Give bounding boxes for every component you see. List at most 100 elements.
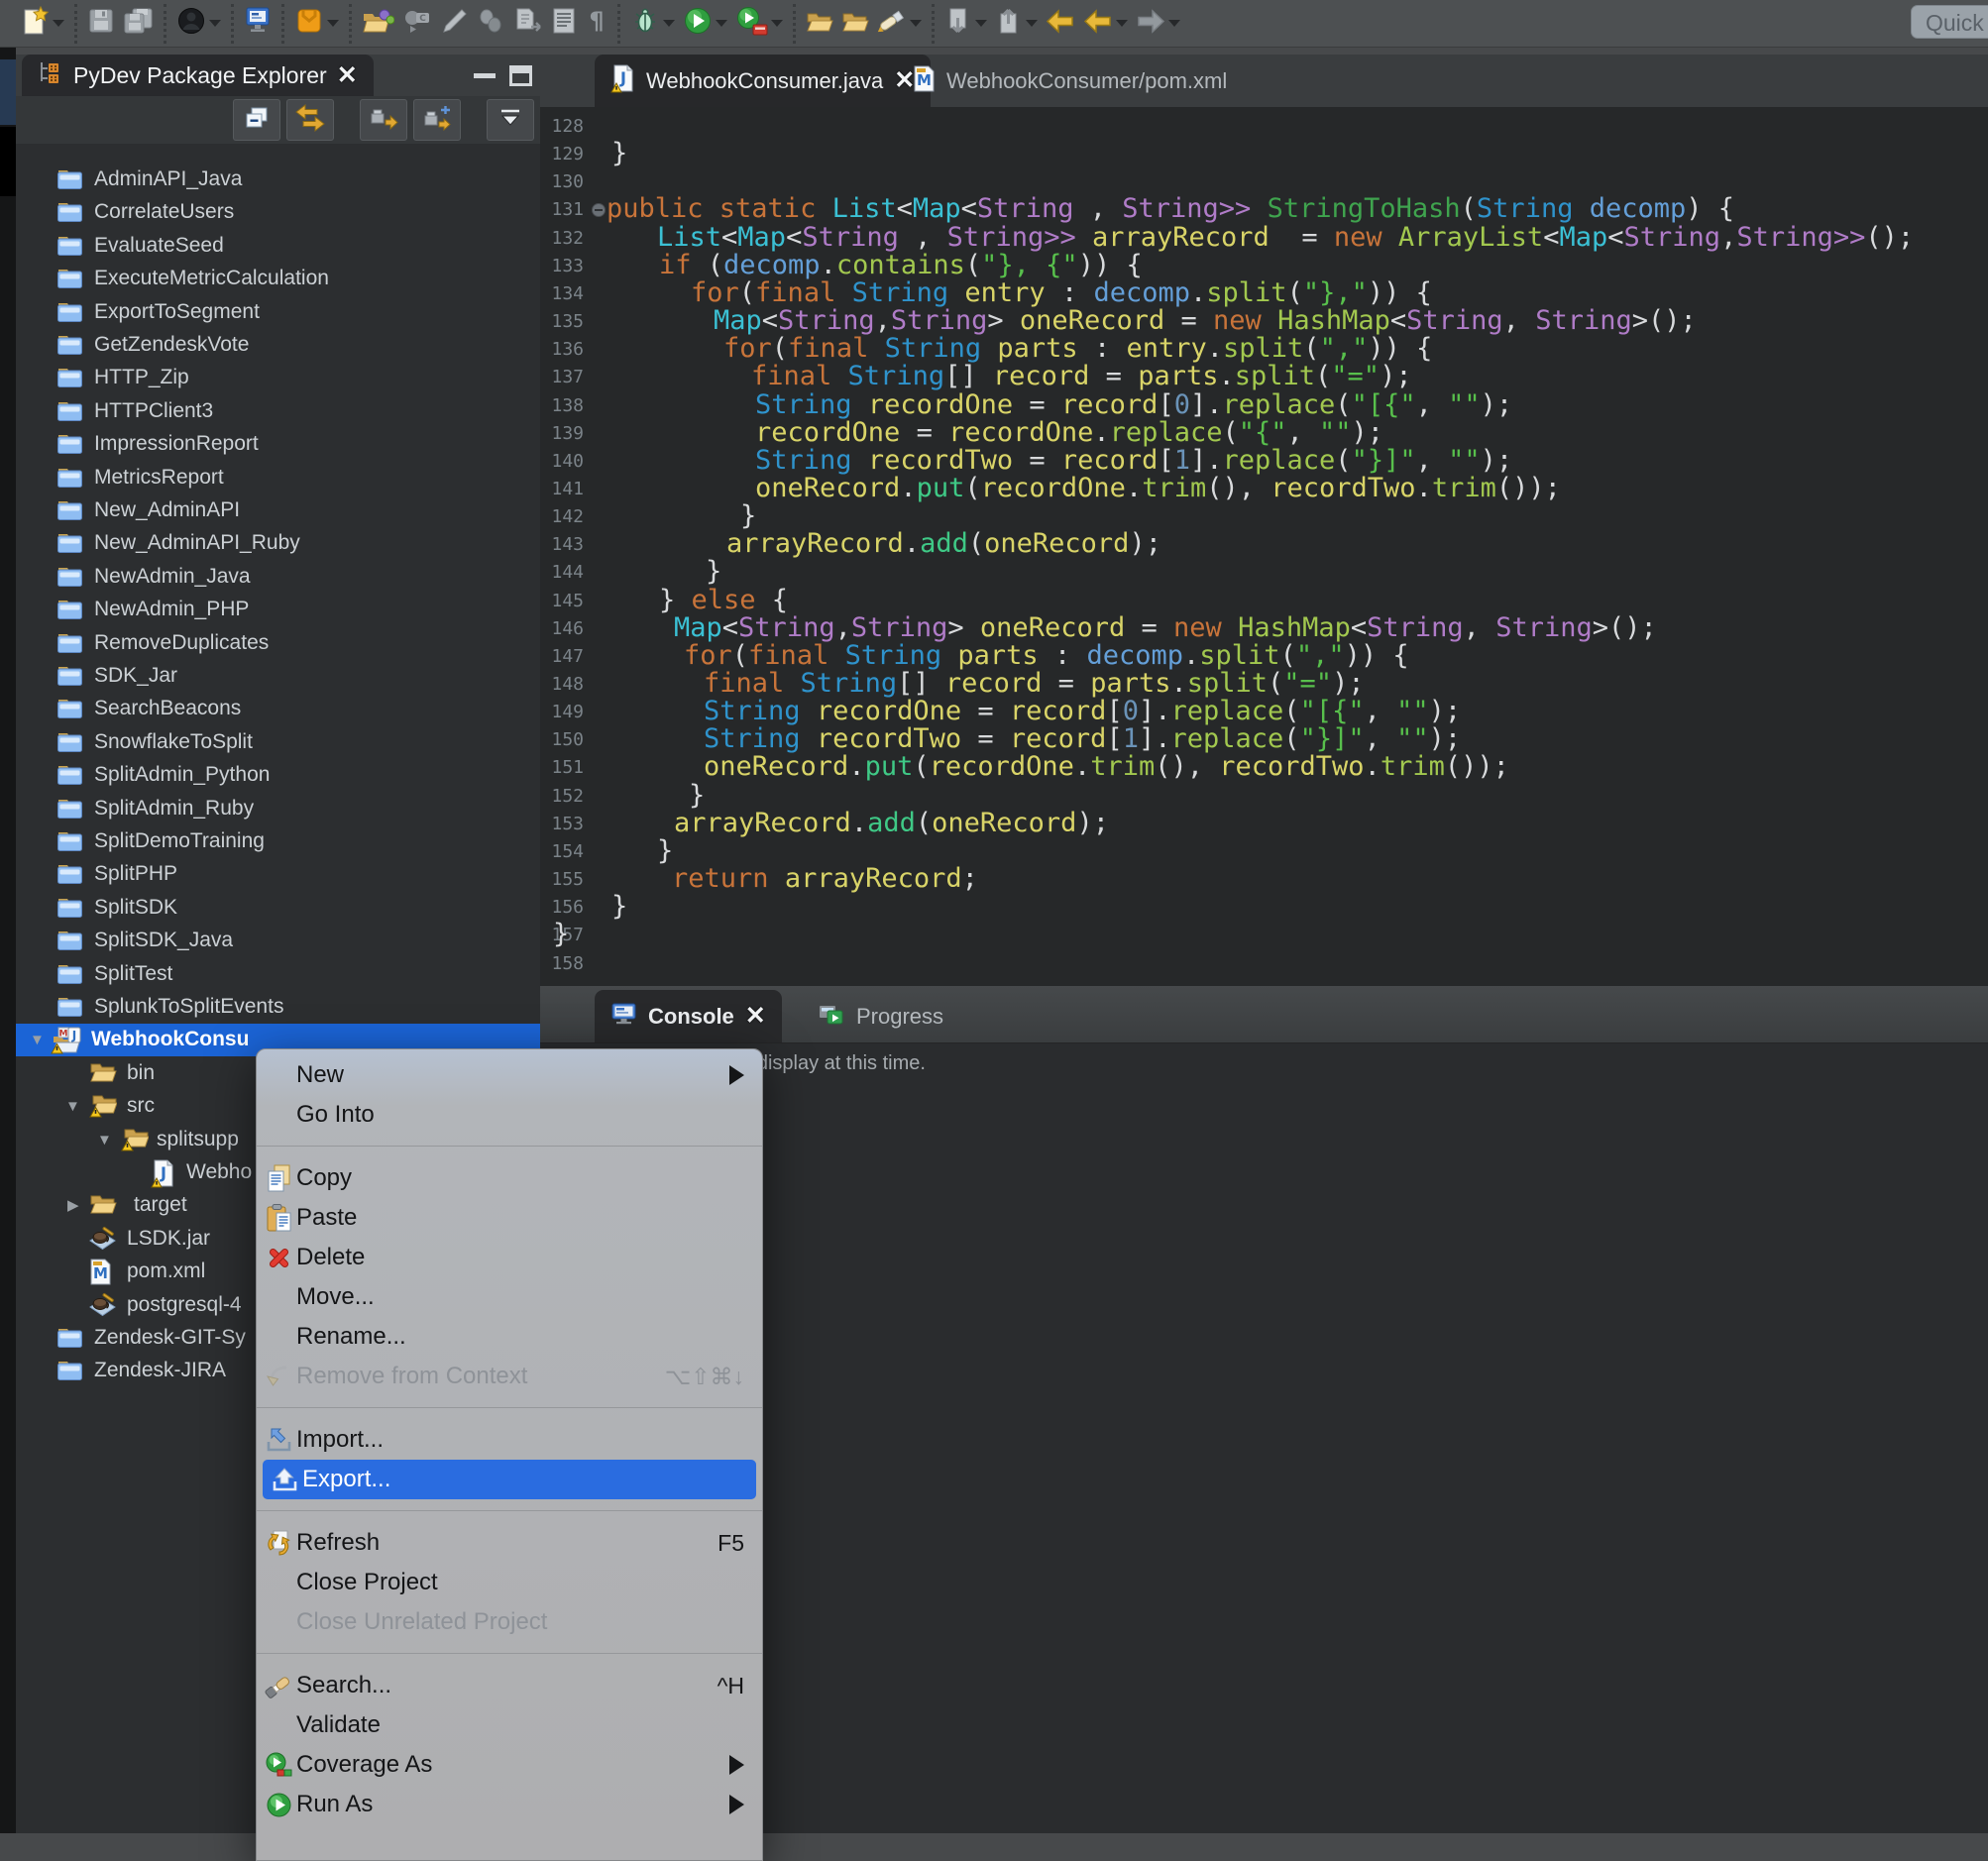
dropdown-caret-icon[interactable]: [1026, 20, 1038, 27]
menu-item-search-[interactable]: Search...^H: [257, 1666, 762, 1705]
compare-doc-button[interactable]: [512, 7, 543, 40]
tree-item-splittest[interactable]: SplitTest: [16, 958, 540, 991]
menu-item-validate[interactable]: Validate: [257, 1705, 762, 1745]
tree-item-httpclient3[interactable]: HTTPClient3: [16, 395, 540, 428]
tab-progress[interactable]: Progress: [803, 990, 959, 1042]
menu-item-run-as[interactable]: Run As: [257, 1785, 762, 1824]
dropdown-caret-icon[interactable]: [1168, 20, 1180, 27]
package-presentation-button[interactable]: [413, 99, 461, 141]
tree-item-newadmin-java[interactable]: NewAdmin_Java: [16, 561, 540, 594]
view-menu-button[interactable]: [487, 99, 534, 141]
team-sync-button[interactable]: C: [401, 7, 433, 40]
chevron-down-icon[interactable]: ▼: [30, 1032, 45, 1048]
collapse-all-button[interactable]: [233, 99, 280, 141]
user-account-button[interactable]: [175, 6, 222, 41]
package-explorer-toolbar: [16, 96, 540, 144]
menu-item-copy[interactable]: Copy: [257, 1158, 762, 1198]
menu-item-import-[interactable]: Import...: [257, 1420, 762, 1460]
focus-on-working-set-button[interactable]: [360, 99, 407, 141]
tree-item-searchbeacons[interactable]: SearchBeacons: [16, 693, 540, 725]
dropdown-caret-icon[interactable]: [716, 20, 727, 27]
fold-marker-icon[interactable]: [592, 203, 606, 217]
tree-item-new-adminapi-ruby[interactable]: New_AdminAPI_Ruby: [16, 527, 540, 560]
dropdown-caret-icon[interactable]: [910, 20, 922, 27]
tree-item-splitsdk-java[interactable]: SplitSDK_Java: [16, 925, 540, 957]
tab-pydev-package-explorer[interactable]: PyDev Package Explorer ✕: [22, 55, 374, 96]
debug-button[interactable]: [629, 7, 676, 41]
code-text: }: [611, 140, 627, 167]
menu-item-export-[interactable]: Export...: [263, 1460, 756, 1499]
dropdown-caret-icon[interactable]: [975, 20, 987, 27]
tab-console[interactable]: Console ✕: [595, 990, 782, 1042]
show-whitespace-button[interactable]: ¶: [585, 7, 608, 40]
tree-item-executemetriccalculation[interactable]: ExecuteMetricCalculation: [16, 263, 540, 295]
dropdown-caret-icon[interactable]: [209, 20, 221, 27]
tree-item-new-adminapi[interactable]: New_AdminAPI: [16, 494, 540, 527]
tree-item-splunktosplitevents[interactable]: SplunkToSplitEvents: [16, 991, 540, 1024]
menu-item-delete[interactable]: Delete: [257, 1238, 762, 1277]
link-with-editor-button[interactable]: [286, 99, 334, 141]
tree-item-splitdemotraining[interactable]: SplitDemoTraining: [16, 825, 540, 858]
open-folder-a-button[interactable]: [805, 10, 834, 38]
tree-item-splitadmin-ruby[interactable]: SplitAdmin_Ruby: [16, 793, 540, 825]
task-repository-button[interactable]: [293, 6, 340, 41]
code-editor[interactable]: 128129}130131public static List<Map<Stri…: [540, 107, 1988, 986]
tree-item-http-zip[interactable]: HTTP_Zip: [16, 362, 540, 394]
tree-item-getzendeskvote[interactable]: GetZendeskVote: [16, 329, 540, 362]
forward-history-button[interactable]: [1135, 8, 1181, 40]
chevron-down-icon[interactable]: ▼: [97, 1132, 112, 1149]
profile-tool-button[interactable]: [475, 7, 506, 40]
menu-item-close-project[interactable]: Close Project: [257, 1563, 762, 1602]
menu-item-paste[interactable]: Paste: [257, 1198, 762, 1238]
minimize-icon[interactable]: [474, 73, 496, 78]
tree-item-splitsdk[interactable]: SplitSDK: [16, 892, 540, 925]
tree-item-evaluateseed[interactable]: EvaluateSeed: [16, 230, 540, 263]
new-wizard-button[interactable]: [19, 6, 65, 42]
tree-item-metricsreport[interactable]: MetricsReport: [16, 462, 540, 494]
tab-pom-xml[interactable]: M WebhookConsumer/pom.xml: [897, 55, 1243, 107]
close-icon[interactable]: ✕: [337, 63, 358, 88]
mark-occurrences-button[interactable]: [876, 6, 923, 41]
list-doc-button[interactable]: [549, 7, 579, 40]
maximize-icon[interactable]: [509, 65, 532, 86]
menu-item-move-[interactable]: Move...: [257, 1277, 762, 1317]
tree-item-exporttosegment[interactable]: ExportToSegment: [16, 296, 540, 329]
dropdown-caret-icon[interactable]: [327, 20, 339, 27]
tree-item-sdk-jar[interactable]: SDK_Jar: [16, 660, 540, 693]
dropdown-caret-icon[interactable]: [663, 20, 675, 27]
dropdown-caret-icon[interactable]: [771, 20, 783, 27]
save-all-button[interactable]: [122, 7, 155, 41]
cut-tool-button[interactable]: [439, 7, 469, 40]
chevron-down-icon[interactable]: ▼: [65, 1098, 80, 1115]
tree-item-adminapi-java[interactable]: AdminAPI_Java: [16, 164, 540, 196]
quick-access-input[interactable]: Quick Ac: [1911, 5, 1988, 39]
close-icon[interactable]: ✕: [745, 1004, 766, 1029]
tree-item-splitadmin-python[interactable]: SplitAdmin_Python: [16, 759, 540, 792]
menu-item-rename-[interactable]: Rename...: [257, 1317, 762, 1357]
back-history-button[interactable]: [1082, 8, 1129, 40]
next-annotation-button[interactable]: [943, 7, 988, 40]
tree-item-correlateusers[interactable]: CorrelateUsers: [16, 196, 540, 229]
save-button[interactable]: [86, 7, 116, 40]
menu-item-refresh[interactable]: RefreshF5: [257, 1523, 762, 1563]
tab-webhookconsumer-java[interactable]: J WebhookConsumer.java ✕: [595, 55, 931, 107]
dropdown-caret-icon[interactable]: [1116, 20, 1128, 27]
tree-item-removeduplicates[interactable]: RemoveDuplicates: [16, 627, 540, 660]
open-folder-b-button[interactable]: [840, 10, 870, 38]
coverage-button[interactable]: [734, 6, 784, 41]
remote-systems-button[interactable]: [243, 6, 273, 41]
dropdown-caret-icon[interactable]: [53, 20, 64, 27]
menu-item-go-into[interactable]: Go Into: [257, 1095, 762, 1135]
tree-item-newadmin-php[interactable]: NewAdmin_PHP: [16, 594, 540, 626]
last-edit-location-button[interactable]: [1045, 8, 1076, 40]
open-task-folder-button[interactable]: [361, 7, 395, 41]
tree-item-impressionreport[interactable]: ImpressionReport: [16, 428, 540, 461]
tree-item-snowflaketosplit[interactable]: SnowflakeToSplit: [16, 726, 540, 759]
menu-item-coverage-as[interactable]: Coverage As: [257, 1745, 762, 1785]
menu-item-new[interactable]: New: [257, 1055, 762, 1095]
tree-item-splitphp[interactable]: SplitPHP: [16, 858, 540, 891]
tree-item-label: NewAdmin_Java: [94, 565, 251, 589]
prev-annotation-button[interactable]: [994, 7, 1039, 40]
run-button[interactable]: [682, 6, 728, 41]
chevron-right-icon[interactable]: ▶: [67, 1197, 79, 1214]
